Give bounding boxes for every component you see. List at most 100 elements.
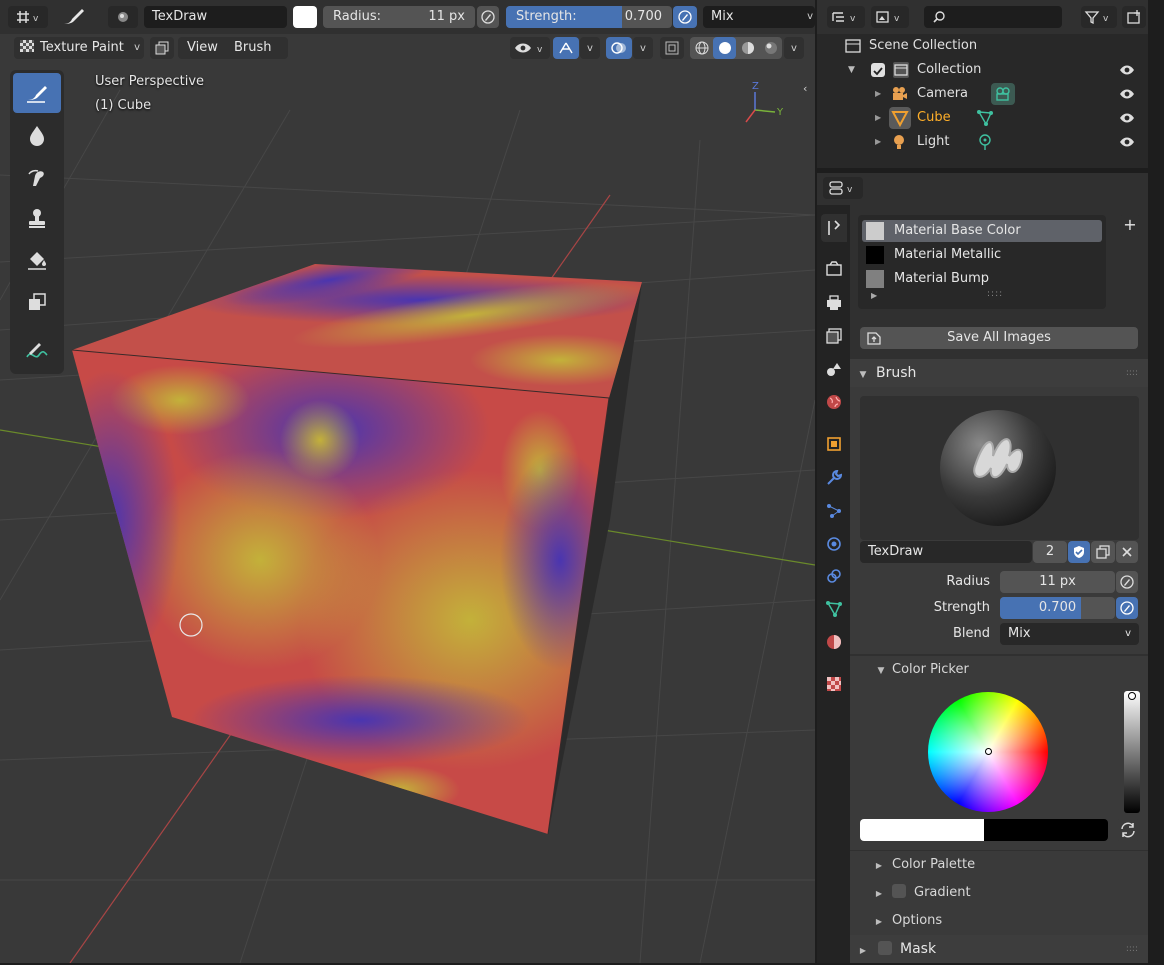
color-picker-subpanel-header[interactable]: ▼ Color Picker [850,656,1148,684]
disclosure-triangle-icon[interactable]: ▼ [848,58,855,82]
color-wheel-cursor[interactable] [985,748,992,755]
mask-panel-header[interactable]: ▶ Mask :::: [850,935,1148,963]
light-data-icon[interactable] [975,132,995,152]
drag-grip-icon[interactable]: :::: [1126,359,1138,387]
radius-pressure-button[interactable] [477,6,499,28]
brush-color-swatch[interactable] [293,6,317,28]
panel-blend-dropdown[interactable]: Mix v [1000,623,1139,645]
shading-dropdown[interactable]: v [784,37,804,59]
annotate-tool-button[interactable] [13,330,61,370]
visibility-dropdown[interactable]: v [510,37,550,59]
axis-gizmo[interactable]: Z Y [745,81,784,123]
tab-tool[interactable] [821,214,847,242]
panel-strength-pressure-button[interactable] [1116,597,1138,619]
eye-icon[interactable] [1119,135,1135,149]
tab-scene[interactable] [821,355,847,383]
value-slider[interactable] [1124,691,1140,813]
brush-tool-icon[interactable] [60,5,90,29]
panel-radius-slider[interactable]: 11 px [1000,571,1115,593]
strength-pressure-button[interactable] [673,6,697,28]
blend-mode-dropdown[interactable]: Mix v [703,6,815,28]
scene-collection-row[interactable]: Scene Collection [817,34,1148,58]
options-subpanel-header[interactable]: ▶ Options [850,907,1148,935]
panel-brush-name-field[interactable]: TexDraw [860,541,1032,563]
tab-modifiers[interactable] [821,464,847,492]
fill-tool-button[interactable] [13,240,61,280]
tab-particles[interactable] [821,497,847,525]
eye-icon[interactable] [1119,63,1135,77]
properties-editor-type[interactable]: v [823,177,863,199]
panel-strength-slider[interactable]: 0.700 [1000,597,1115,619]
outliner-item-cube[interactable]: ▶ Cube [817,106,1148,130]
overlay-dropdown[interactable]: v [633,37,653,59]
drag-grip-icon[interactable]: :::: [1126,935,1138,963]
value-slider-handle[interactable] [1128,692,1136,700]
editor-type-button[interactable]: v [8,6,48,28]
save-all-images-button[interactable]: Save All Images [860,327,1138,349]
mode-dropdown[interactable]: Texture Paint v [14,37,144,59]
overlay-toggle[interactable] [606,37,632,59]
draw-tool-button[interactable] [13,73,61,113]
tab-object[interactable] [821,430,847,458]
smear-tool-button[interactable] [13,157,61,197]
radius-slider[interactable]: Radius: 11 px [323,6,475,28]
swap-colors-button[interactable] [1116,819,1140,841]
disclosure-triangle-icon[interactable]: ▶ [875,82,881,106]
outliner-item-camera[interactable]: ▶ Camera [817,82,1148,106]
tab-render[interactable] [821,255,847,283]
list-expand-icon[interactable]: ▶ [871,291,877,300]
disclosure-triangle-icon[interactable]: ▶ [875,106,881,130]
mask-tool-button[interactable] [13,282,61,322]
color-palette-subpanel-header[interactable]: ▶ Color Palette [850,851,1148,879]
tab-output[interactable] [821,289,847,317]
solid-shading-button[interactable] [713,37,736,59]
brush-user-count[interactable]: 2 [1033,541,1067,563]
rendered-shading-button[interactable] [759,37,782,59]
brush-preview-button[interactable] [108,6,138,28]
soften-tool-button[interactable] [13,115,61,155]
outliner-item-light[interactable]: ▶ Light [817,130,1148,154]
new-collection-button[interactable] [1122,6,1146,28]
disclosure-triangle-icon[interactable]: ▶ [875,130,881,154]
eye-icon[interactable] [1119,87,1135,101]
symmetry-toggle[interactable] [553,37,579,59]
mask-checkbox[interactable] [878,941,892,955]
add-slot-icon[interactable]: + [1119,215,1141,237]
material-shading-button[interactable] [736,37,759,59]
tab-material[interactable] [821,628,847,656]
gradient-subpanel-header[interactable]: ▶ Gradient [850,879,1148,907]
clone-tool-button[interactable] [13,198,61,238]
brush-panel-header[interactable]: ▼ Brush :::: [850,359,1148,387]
outliner-editor-type[interactable]: v [827,6,865,28]
strength-slider[interactable]: Strength: 0.700 [506,6,672,28]
brush-menu[interactable]: Brush [234,37,272,59]
tab-constraints[interactable] [821,562,847,590]
texture-slot-item[interactable]: Material Base Color [862,220,1102,242]
brush-preview[interactable] [860,396,1139,540]
texture-slot-item[interactable]: Material Metallic [862,244,1102,266]
tab-texture[interactable] [821,670,847,698]
outliner-search-input[interactable] [924,6,1062,28]
tab-data[interactable] [821,595,847,623]
brush-name-field[interactable]: TexDraw [144,6,287,28]
duplicate-brush-button[interactable] [1091,541,1115,563]
display-mode-dropdown[interactable]: v [871,6,909,28]
eye-icon[interactable] [1119,111,1135,125]
fake-user-button[interactable] [1068,541,1090,563]
camera-data-button[interactable] [991,83,1015,105]
texture-slot-item[interactable]: Material Bump [862,268,1102,290]
unlink-brush-button[interactable] [1116,541,1138,563]
filter-dropdown[interactable]: v [1081,6,1117,28]
gradient-checkbox[interactable] [892,884,906,898]
collection-row[interactable]: ▼ Collection [817,58,1148,82]
tab-world[interactable] [821,388,847,416]
view-menu[interactable]: View [187,37,218,59]
tab-physics[interactable] [821,530,847,558]
sidebar-toggle-icon[interactable]: ‹ [803,82,815,98]
tab-view-layer[interactable] [821,322,847,350]
mesh-data-icon[interactable] [975,108,995,128]
symmetry-dropdown[interactable]: v [580,37,600,59]
panel-radius-pressure-button[interactable] [1116,571,1138,593]
canvas-toggle-button[interactable] [150,37,174,59]
list-resize-grip-icon[interactable]: :::: [987,289,1003,299]
